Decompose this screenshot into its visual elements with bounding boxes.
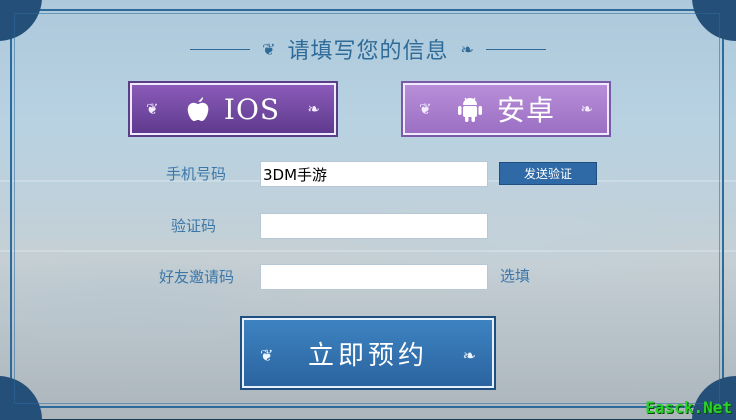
ornament-icon: ❧ [307,100,320,118]
ornament-icon: ❦ [260,346,274,365]
reserve-button[interactable]: ❦ 立即预约 ❧ [240,316,496,390]
invite-input[interactable] [260,264,488,290]
watermark: Easck.Net [645,398,732,417]
form-panel: ❦ 请填写您的信息 ❧ ❦ IOS ❧ ❦ 安卓 ❧ 手机号码 3DM手游 发送… [0,0,736,420]
title-row: ❦ 请填写您的信息 ❧ [0,30,736,68]
ornament-icon: ❦ [146,100,159,118]
ornament-icon: ❧ [460,39,474,59]
optional-hint: 选填 [500,267,531,285]
reserve-label: 立即预约 [307,340,428,371]
android-icon [457,95,483,123]
android-label: 安卓 [496,94,555,127]
title-divider [190,48,251,50]
ornament-icon: ❧ [462,346,476,365]
ios-label: IOS [223,92,281,126]
send-code-button[interactable]: 发送验证 [499,162,597,185]
apple-icon [186,95,210,123]
ornament-icon: ❦ [419,100,432,118]
ornament-icon: ❧ [580,100,593,118]
android-button[interactable]: ❦ 安卓 ❧ [401,81,611,137]
invite-label: 好友邀请码 [158,268,234,286]
code-input[interactable] [260,213,488,239]
phone-label: 手机号码 [165,165,226,183]
ornament-icon: ❦ [262,39,276,59]
title-divider [485,48,546,50]
code-label: 验证码 [170,217,216,235]
form-title: 请填写您的信息 [287,39,449,64]
phone-input[interactable] [260,161,488,187]
ios-button[interactable]: ❦ IOS ❧ [128,81,338,137]
